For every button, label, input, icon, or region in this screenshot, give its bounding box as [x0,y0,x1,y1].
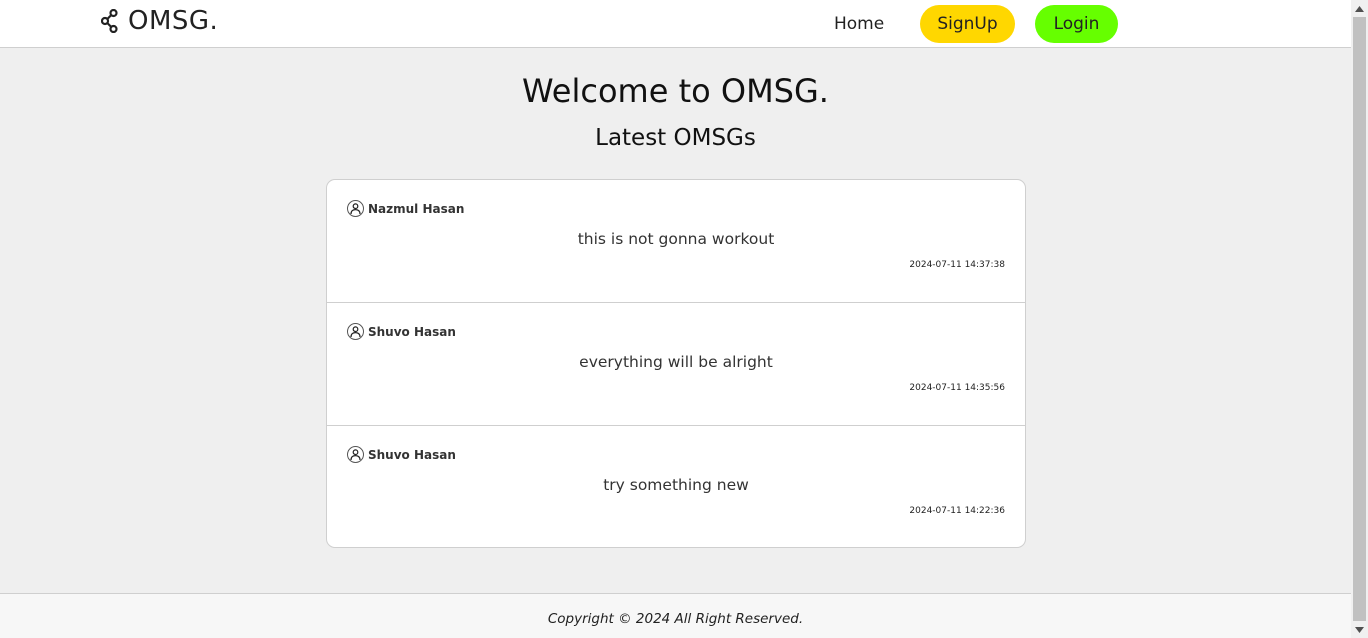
message-text: this is not gonna workout [577,230,775,248]
messages-list: Nazmul Hasan this is not gonna workout 2… [326,179,1026,548]
user-icon [347,323,364,340]
login-button[interactable]: Login [1035,5,1118,43]
logo-text: OMSG. [128,6,219,36]
section-title: Latest OMSGs [595,125,756,151]
scrollbar-thumb[interactable] [1353,17,1366,621]
share-icon [101,9,120,33]
message-timestamp: 2024-07-11 14:22:36 [909,506,1005,516]
message-timestamp: 2024-07-11 14:35:56 [909,383,1005,393]
message-author: Nazmul Hasan [347,200,464,217]
author-name: Nazmul Hasan [368,201,465,216]
header: OMSG. Home SignUp Login [0,0,1351,48]
user-icon [347,446,364,463]
message-text: try something new [603,476,749,494]
vertical-scrollbar[interactable] [1351,0,1368,638]
logo[interactable]: OMSG. [101,6,218,36]
scroll-down-icon[interactable] [1351,621,1368,638]
message-item: Shuvo Hasan try something new 2024-07-11… [327,425,1025,547]
scroll-up-icon[interactable] [1351,0,1368,17]
signup-button[interactable]: SignUp [920,5,1015,43]
message-item: Shuvo Hasan everything will be alright 2… [327,302,1025,425]
author-name: Shuvo Hasan [368,447,456,462]
footer: Copyright © 2024 All Right Reserved. [0,593,1351,638]
page: OMSG. Home SignUp Login Welcome to OMSG.… [0,0,1351,638]
copyright-text: Copyright © 2024 All Right Reserved. [547,611,804,627]
message-author: Shuvo Hasan [347,446,456,463]
nav-home-link[interactable]: Home [834,14,884,34]
page-title: Welcome to OMSG. [522,72,829,110]
user-icon [347,200,364,217]
message-item: Nazmul Hasan this is not gonna workout 2… [327,180,1025,302]
message-text: everything will be alright [579,353,773,371]
message-author: Shuvo Hasan [347,323,456,340]
author-name: Shuvo Hasan [368,324,456,339]
message-timestamp: 2024-07-11 14:37:38 [909,260,1005,270]
